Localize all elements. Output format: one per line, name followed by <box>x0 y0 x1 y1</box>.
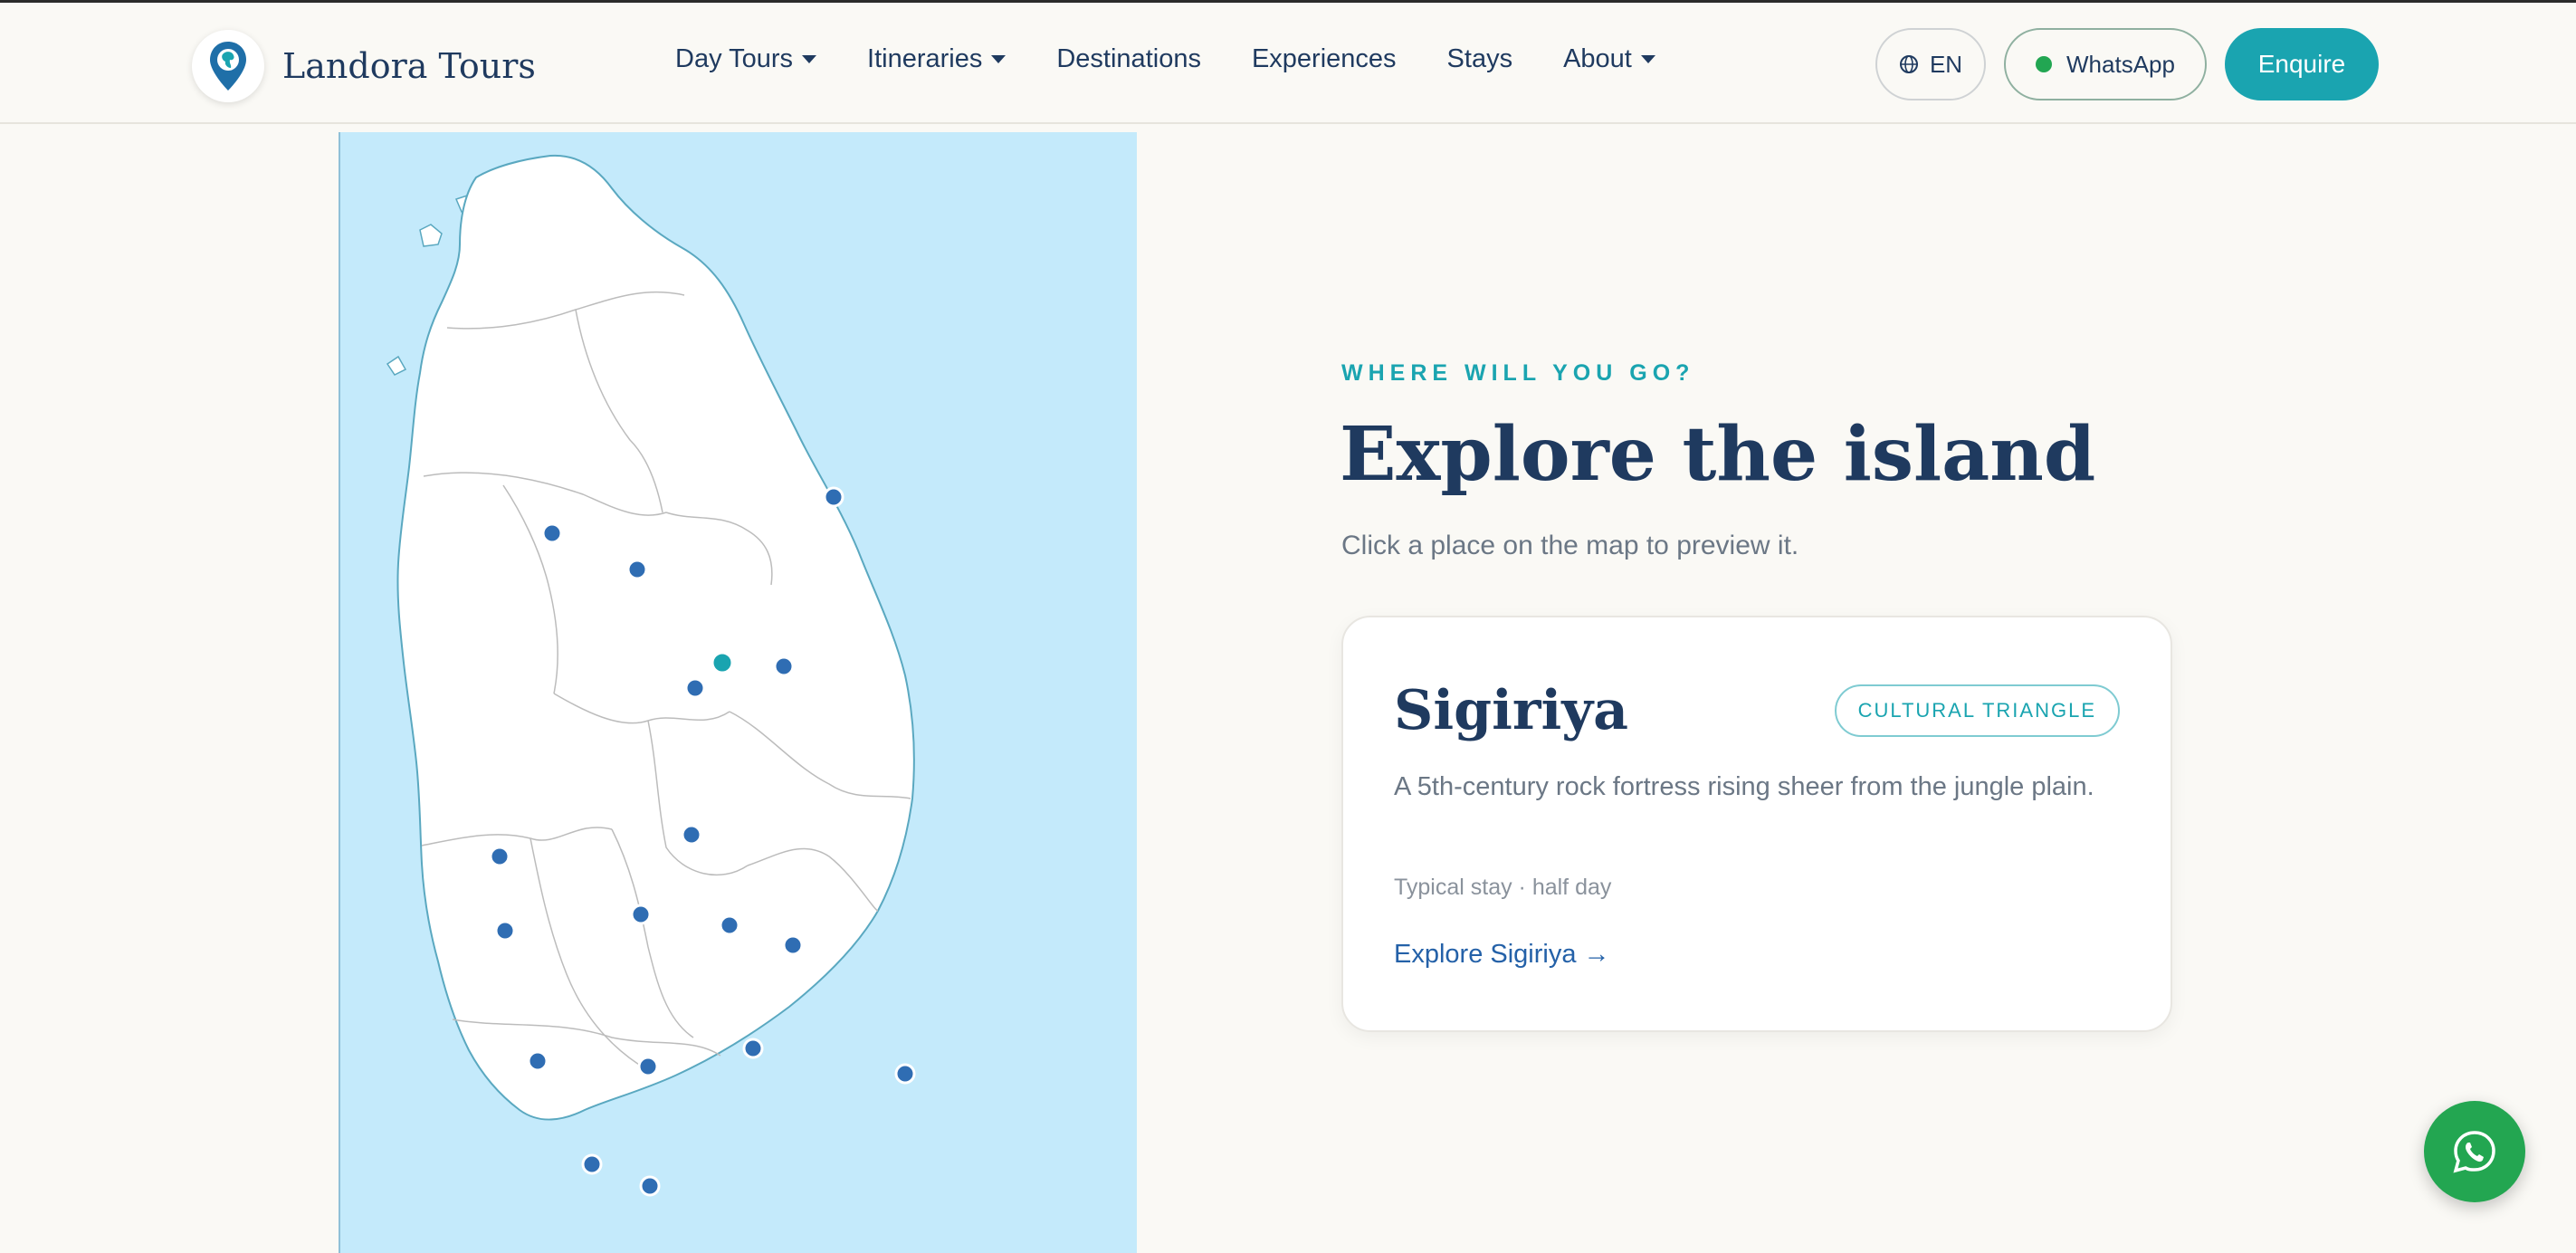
section-title: Explore the island <box>1340 411 2096 498</box>
nav-day-tours-label: Day Tours <box>675 44 794 73</box>
site-header: Landora Tours Day Tours Itineraries Dest… <box>0 3 2576 124</box>
chevron-down-icon <box>991 55 1007 63</box>
nav-day-tours[interactable]: Day Tours <box>675 44 817 74</box>
language-button[interactable]: EN <box>1875 28 1986 100</box>
map-marker[interactable] <box>630 904 652 925</box>
map-pin-logo-icon <box>192 30 264 102</box>
destination-title: Sigiriya <box>1394 679 1629 742</box>
whatsapp-button[interactable]: WhatsApp <box>2004 28 2207 100</box>
destination-preview-card: Sigiriya CULTURAL TRIANGLE A 5th-century… <box>1341 616 2172 1032</box>
language-label: EN <box>1929 50 1963 78</box>
destination-description: A 5th-century rock fortress rising sheer… <box>1394 772 2094 801</box>
enquire-button[interactable]: Enquire <box>2225 28 2379 100</box>
map-marker[interactable] <box>719 914 740 936</box>
map-marker[interactable] <box>489 846 510 867</box>
logo-link[interactable]: Landora Tours <box>192 30 536 102</box>
globe-icon <box>1899 55 1918 73</box>
map-marker-selected[interactable] <box>711 651 734 674</box>
nav-stays[interactable]: Stays <box>1447 44 1513 74</box>
nav-itineraries[interactable]: Itineraries <box>867 44 1007 74</box>
map-marker[interactable] <box>773 655 795 677</box>
nav-stays-label: Stays <box>1446 44 1513 73</box>
map-marker[interactable] <box>823 486 844 508</box>
nav-destinations-label: Destinations <box>1056 44 1201 73</box>
online-dot-icon <box>2036 56 2053 72</box>
map-marker[interactable] <box>684 677 706 699</box>
map-marker[interactable] <box>894 1063 916 1085</box>
island-map <box>339 132 1137 1253</box>
nav-experiences[interactable]: Experiences <box>1252 44 1397 74</box>
main-nav: Day Tours Itineraries Destinations Exper… <box>675 44 1706 74</box>
whatsapp-fab[interactable] <box>2424 1101 2525 1202</box>
chevron-down-icon <box>1640 55 1655 63</box>
enquire-label: Enquire <box>2257 50 2346 78</box>
nav-experiences-label: Experiences <box>1251 44 1397 73</box>
section-eyebrow: WHERE WILL YOU GO? <box>1341 360 1695 386</box>
whatsapp-label: WhatsApp <box>2066 50 2175 78</box>
nav-about-label: About <box>1563 44 1632 73</box>
section-subtitle: Click a place on the map to preview it. <box>1341 531 1799 560</box>
map-marker[interactable] <box>637 1056 659 1077</box>
explore-destination-link[interactable]: Explore Sigiriya → <box>1394 940 1610 970</box>
island-map-svg <box>386 154 916 1197</box>
island-islet <box>386 355 407 376</box>
typical-stay: Typical stay · half day <box>1394 875 1612 900</box>
chevron-down-icon <box>802 55 817 63</box>
map-marker[interactable] <box>527 1050 549 1072</box>
nav-itineraries-label: Itineraries <box>867 44 983 73</box>
map-marker[interactable] <box>681 824 702 846</box>
map-marker[interactable] <box>782 934 804 956</box>
map-marker[interactable] <box>581 1153 603 1175</box>
map-marker[interactable] <box>626 559 648 580</box>
nav-about[interactable]: About <box>1563 44 1655 74</box>
whatsapp-icon <box>2453 1131 2495 1173</box>
map-marker[interactable] <box>494 920 516 942</box>
nav-destinations[interactable]: Destinations <box>1056 44 1201 74</box>
map-marker[interactable] <box>541 522 563 544</box>
brand-name: Landora Tours <box>282 46 536 86</box>
map-marker[interactable] <box>639 1175 661 1197</box>
map-marker[interactable] <box>742 1038 764 1059</box>
region-badge: CULTURAL TRIANGLE <box>1834 684 2120 737</box>
island-islet <box>419 224 443 247</box>
